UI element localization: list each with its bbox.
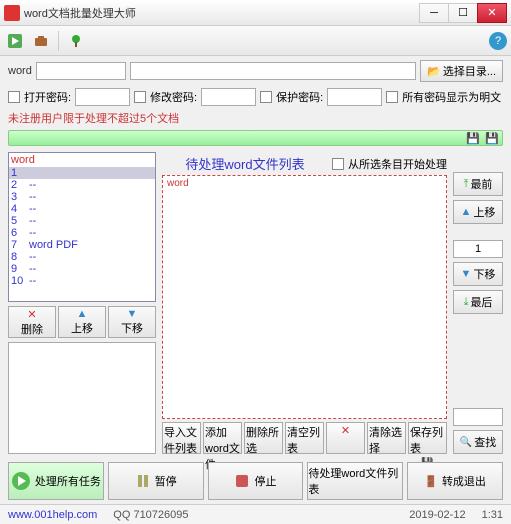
task-list-header: word <box>9 153 155 167</box>
run-icon[interactable] <box>4 30 26 52</box>
qq-label: QQ 710726095 <box>113 509 188 521</box>
save-list-button[interactable]: 保存列表💾 <box>408 422 447 454</box>
task-row[interactable]: 1 <box>9 167 155 179</box>
file-list-title: 待处理word文件列表 <box>162 154 328 173</box>
protect-pw-checkbox[interactable] <box>260 91 272 103</box>
app-icon <box>4 5 20 21</box>
from-selection-checkbox[interactable] <box>332 158 344 170</box>
task-row[interactable]: 8-- <box>9 251 155 263</box>
task-row[interactable]: 3-- <box>9 191 155 203</box>
import-list-button[interactable]: 导入文件列表 <box>162 422 201 454</box>
select-dir-button[interactable]: 📂选择目录... <box>420 60 503 82</box>
delete-task-button[interactable]: ✕删除 <box>8 306 56 338</box>
clear-list-button[interactable]: 清空列表 <box>285 422 324 454</box>
protect-pw-input[interactable] <box>327 88 382 106</box>
pause-button[interactable]: 暂停 <box>108 462 204 500</box>
task-row[interactable]: 2-- <box>9 179 155 191</box>
save-icon[interactable]: 💾 <box>465 130 481 146</box>
move-count-input[interactable] <box>453 240 503 258</box>
del-list-button[interactable]: ✕ <box>326 422 365 454</box>
task-list[interactable]: word 12--3--4--5--6--7word PDF8--9--10-- <box>8 152 156 302</box>
tree-icon[interactable] <box>65 30 87 52</box>
plaintext-label: 所有密码显示为明文 <box>402 89 501 105</box>
word-input[interactable] <box>36 62 126 80</box>
task-row[interactable]: 5-- <box>9 215 155 227</box>
run-list-button[interactable]: 待处理word文件列表 <box>307 462 403 500</box>
path-input[interactable] <box>130 62 416 80</box>
run-all-button[interactable]: 处理所有任务 <box>8 462 104 500</box>
folder-icon: 📂 <box>427 65 441 78</box>
move-first-button[interactable]: ⤒最前 <box>453 172 503 196</box>
open-pw-checkbox[interactable] <box>8 91 20 103</box>
separator <box>58 31 59 51</box>
help-icon[interactable]: ? <box>489 32 507 50</box>
task-row[interactable]: 9-- <box>9 263 155 275</box>
move-down-button[interactable]: ▼下移 <box>453 262 503 286</box>
register-note: 未注册用户限于处理不超过5个文档 <box>0 108 511 128</box>
del-selected-button[interactable]: 删除所选 <box>244 422 283 454</box>
exit-button[interactable]: 🚪转成退出 <box>407 462 503 500</box>
word-label: word <box>8 65 32 77</box>
move-last-button[interactable]: ⤓最后 <box>453 290 503 314</box>
file-list[interactable]: word <box>162 175 447 419</box>
plaintext-checkbox[interactable] <box>386 91 398 103</box>
maximize-button[interactable]: ☐ <box>448 3 478 23</box>
protect-pw-label: 保护密码: <box>276 89 323 105</box>
task-row[interactable]: 4-- <box>9 203 155 215</box>
task-up-button[interactable]: ▲上移 <box>58 306 106 338</box>
clear-sel-button[interactable]: 清除选择 <box>367 422 406 454</box>
modify-pw-checkbox[interactable] <box>134 91 146 103</box>
find-input[interactable] <box>453 408 503 426</box>
date-label: 2019-02-12 <box>409 509 465 521</box>
modify-pw-label: 修改密码: <box>150 89 197 105</box>
close-button[interactable]: ✕ <box>477 3 507 23</box>
load-icon[interactable]: 💾 <box>484 130 500 146</box>
add-word-button[interactable]: 添加word文件 <box>203 422 242 454</box>
task-row[interactable]: 7word PDF <box>9 239 155 251</box>
minimize-button[interactable]: ─ <box>419 3 449 23</box>
from-selection-label: 从所选条目开始处理 <box>348 156 447 172</box>
progress-bar: 💾 💾 <box>8 130 503 146</box>
open-pw-label: 打开密码: <box>24 89 71 105</box>
log-panel <box>8 342 156 454</box>
task-down-button[interactable]: ▼下移 <box>108 306 156 338</box>
time-label: 1:31 <box>482 509 503 521</box>
briefcase-icon[interactable] <box>30 30 52 52</box>
website-link[interactable]: www.001help.com <box>8 509 97 521</box>
find-button[interactable]: 🔍查找 <box>453 430 503 454</box>
modify-pw-input[interactable] <box>201 88 256 106</box>
task-row[interactable]: 6-- <box>9 227 155 239</box>
window-title: word文档批量处理大师 <box>24 5 420 21</box>
move-up-button[interactable]: ▲上移 <box>453 200 503 224</box>
task-row[interactable]: 10-- <box>9 275 155 287</box>
stop-button[interactable]: 停止 <box>208 462 304 500</box>
file-list-column: word <box>167 178 189 189</box>
open-pw-input[interactable] <box>75 88 130 106</box>
